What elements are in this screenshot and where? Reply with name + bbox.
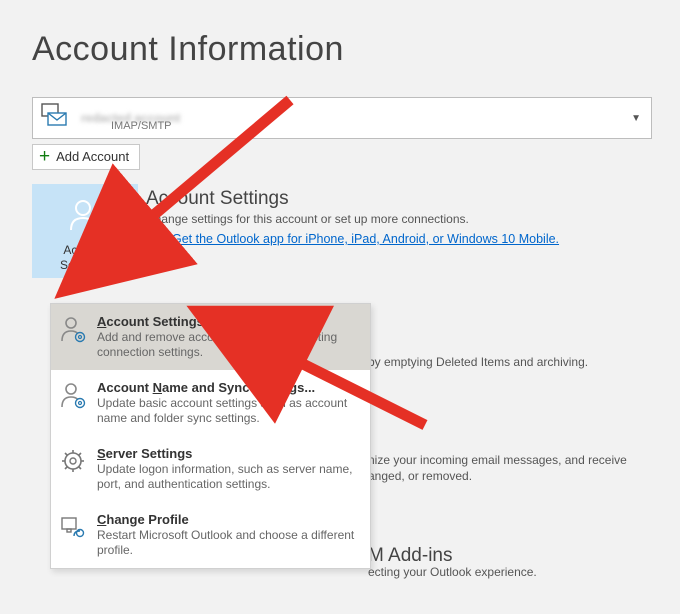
gear-icon: [59, 446, 89, 492]
person-gear-icon: [59, 380, 89, 426]
menu-item-desc: Restart Microsoft Outlook and choose a d…: [97, 528, 364, 558]
menu-item-server-settings[interactable]: Server Settings Update logon information…: [51, 436, 370, 502]
mailbox-settings-partial: by emptying Deleted Items and archiving.: [368, 354, 588, 370]
menu-item-title: Change Profile: [97, 512, 364, 527]
rules-partial: nize your incoming email messages, and r…: [368, 452, 627, 484]
add-account-button[interactable]: + Add Account: [32, 144, 140, 170]
menu-item-desc: Add and remove accounts or change existi…: [97, 330, 364, 360]
menu-item-title: Account Settings...: [97, 314, 364, 329]
account-settings-button-label: Account Settings▾: [32, 243, 138, 274]
plus-icon: +: [39, 150, 50, 164]
chevron-down-icon: ▼: [631, 113, 641, 124]
menu-item-title: Account Name and Sync Settings...: [97, 380, 364, 395]
menu-item-desc: Update basic account settings such as ac…: [97, 396, 364, 426]
section-heading: Account Settings: [146, 188, 559, 210]
person-gear-icon: [65, 223, 105, 237]
account-settings-dropdown: Account Settings... Add and remove accou…: [50, 303, 371, 569]
mail-icon: [39, 102, 69, 135]
page-title: Account Information: [32, 30, 670, 69]
account-dropdown[interactable]: redacted account IMAP/SMTP ▼: [32, 97, 652, 139]
chevron-down-icon: ▾: [105, 261, 110, 271]
account-settings-button[interactable]: Account Settings▾: [32, 184, 138, 278]
menu-item-desc: Update logon information, such as server…: [97, 462, 364, 492]
section-subtext: Change settings for this account or set …: [146, 212, 559, 226]
addins-partial: M Add-ins ecting your Outlook experience…: [368, 548, 537, 580]
add-account-label: Add Account: [56, 149, 129, 164]
menu-item-change-profile[interactable]: Change Profile Restart Microsoft Outlook…: [51, 502, 370, 568]
get-outlook-app-link[interactable]: Get the Outlook app for iPhone, iPad, An…: [172, 232, 559, 246]
change-profile-icon: [59, 512, 89, 558]
menu-item-account-name-sync[interactable]: Account Name and Sync Settings... Update…: [51, 370, 370, 436]
menu-item-title: Server Settings: [97, 446, 364, 461]
account-settings-section: Account Settings Change settings for thi…: [146, 184, 559, 248]
account-protocol: IMAP/SMTP: [111, 120, 172, 132]
menu-item-account-settings[interactable]: Account Settings... Add and remove accou…: [51, 304, 370, 370]
person-gear-icon: [59, 314, 89, 360]
